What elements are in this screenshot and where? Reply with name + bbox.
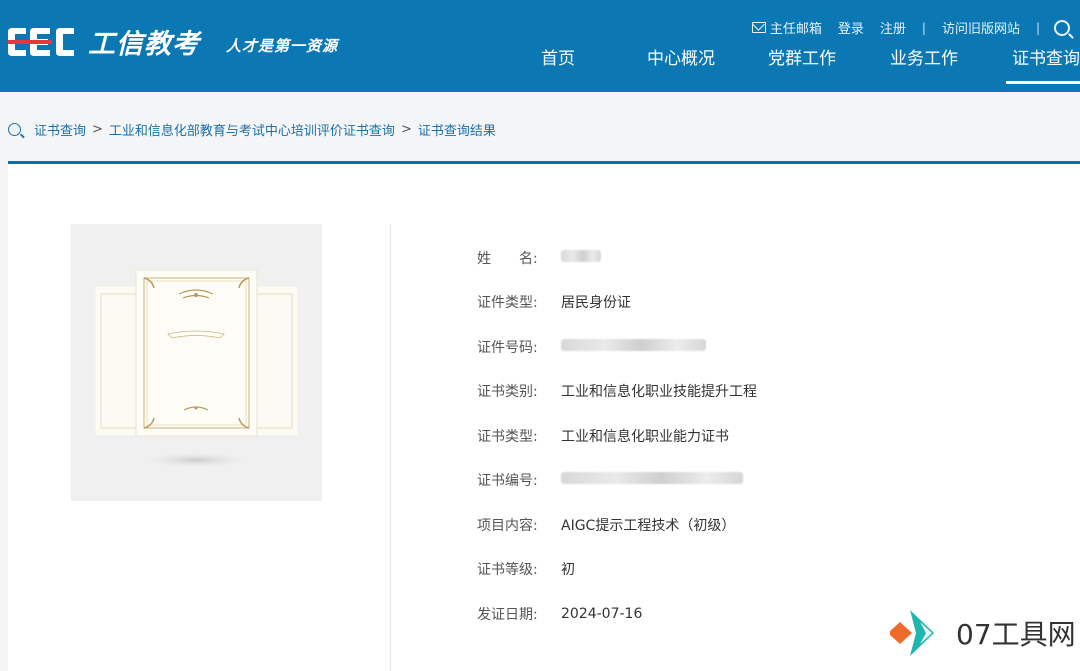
breadcrumb-item[interactable]: 证书查询 bbox=[34, 120, 86, 139]
field-value: 初 bbox=[561, 562, 575, 578]
field-value: 工业和信息化职业技能提升工程 bbox=[561, 384, 757, 400]
field-row-cert-number: 证书编号: bbox=[477, 468, 1077, 492]
field-row-level: 证书等级: 初 bbox=[477, 557, 1077, 581]
chevron-right-icon: > bbox=[92, 122, 103, 137]
field-row-id-type: 证件类型: 居民身份证 bbox=[477, 290, 1077, 314]
nav-item-about[interactable]: 中心概况 bbox=[647, 48, 715, 84]
mail-link[interactable]: 主任邮箱 bbox=[751, 18, 822, 37]
nav-item-party[interactable]: 党群工作 bbox=[768, 48, 836, 84]
field-row-name: 姓 名: bbox=[477, 246, 1077, 270]
mail-link-label: 主任邮箱 bbox=[769, 22, 822, 37]
divider: | bbox=[1035, 20, 1040, 35]
result-panel: 姓 名: 证件类型: 居民身份证 证件号码: 证书类别: 工业和信息化职业技能提… bbox=[8, 164, 1080, 671]
field-value: 居民身份证 bbox=[561, 295, 631, 311]
vertical-divider bbox=[390, 224, 391, 671]
site-header: 工信教考 人才是第一资源 主任邮箱 登录 注册 | 访问旧版网站 | 首页 中心… bbox=[0, 0, 1080, 92]
field-value: 2024-07-16 bbox=[561, 606, 643, 622]
nav-item-home[interactable]: 首页 bbox=[541, 48, 575, 84]
watermark-logo-icon bbox=[890, 610, 934, 656]
main-nav: 首页 中心概况 党群工作 业务工作 证书查询 bbox=[0, 48, 1080, 92]
login-link[interactable]: 登录 bbox=[838, 18, 864, 37]
top-links: 主任邮箱 登录 注册 | 访问旧版网站 | bbox=[736, 18, 1070, 37]
field-label: 项目内容: bbox=[477, 518, 538, 534]
mail-icon bbox=[751, 22, 766, 33]
breadcrumb-item[interactable]: 工业和信息化部教育与考试中心培训评价证书查询 bbox=[109, 120, 395, 139]
field-label: 证书等级: bbox=[477, 562, 538, 578]
watermark: 07工具网 bbox=[890, 608, 1076, 658]
breadcrumb: 证书查询 > 工业和信息化部教育与考试中心培训评价证书查询 > 证书查询结果 bbox=[8, 120, 496, 139]
field-label: 姓 名: bbox=[477, 251, 538, 267]
field-row-cert-type: 证书类型: 工业和信息化职业能力证书 bbox=[477, 424, 1077, 448]
field-label: 证书类别: bbox=[477, 384, 538, 400]
breadcrumb-item[interactable]: 证书查询结果 bbox=[418, 120, 496, 139]
old-site-link[interactable]: 访问旧版网站 bbox=[942, 18, 1020, 37]
field-label: 证件类型: bbox=[477, 295, 538, 311]
field-value: 工业和信息化职业能力证书 bbox=[561, 429, 729, 445]
divider: | bbox=[921, 20, 926, 35]
certificate-image bbox=[71, 224, 322, 501]
field-value: AIGC提示工程技术（初级） bbox=[561, 518, 736, 534]
watermark-text: 07工具网 bbox=[956, 618, 1076, 651]
field-label: 发证日期: bbox=[477, 607, 538, 623]
search-icon[interactable] bbox=[1054, 19, 1070, 36]
field-label: 证件号码: bbox=[477, 340, 538, 356]
nav-item-certificate-query[interactable]: 证书查询 bbox=[1006, 48, 1080, 84]
field-label: 证书编号: bbox=[477, 473, 538, 489]
field-row-cert-category: 证书类别: 工业和信息化职业技能提升工程 bbox=[477, 379, 1077, 403]
nav-item-business[interactable]: 业务工作 bbox=[890, 48, 958, 84]
search-icon bbox=[8, 123, 21, 136]
chevron-right-icon: > bbox=[400, 122, 412, 137]
register-link[interactable]: 注册 bbox=[880, 18, 906, 37]
field-value-redacted bbox=[561, 339, 706, 355]
field-value-redacted bbox=[561, 250, 601, 266]
field-row-project: 项目内容: AIGC提示工程技术（初级） bbox=[477, 513, 1077, 537]
field-value-redacted bbox=[561, 472, 743, 488]
field-label: 证书类型: bbox=[477, 429, 538, 445]
field-row-id-number: 证件号码: bbox=[477, 335, 1077, 359]
